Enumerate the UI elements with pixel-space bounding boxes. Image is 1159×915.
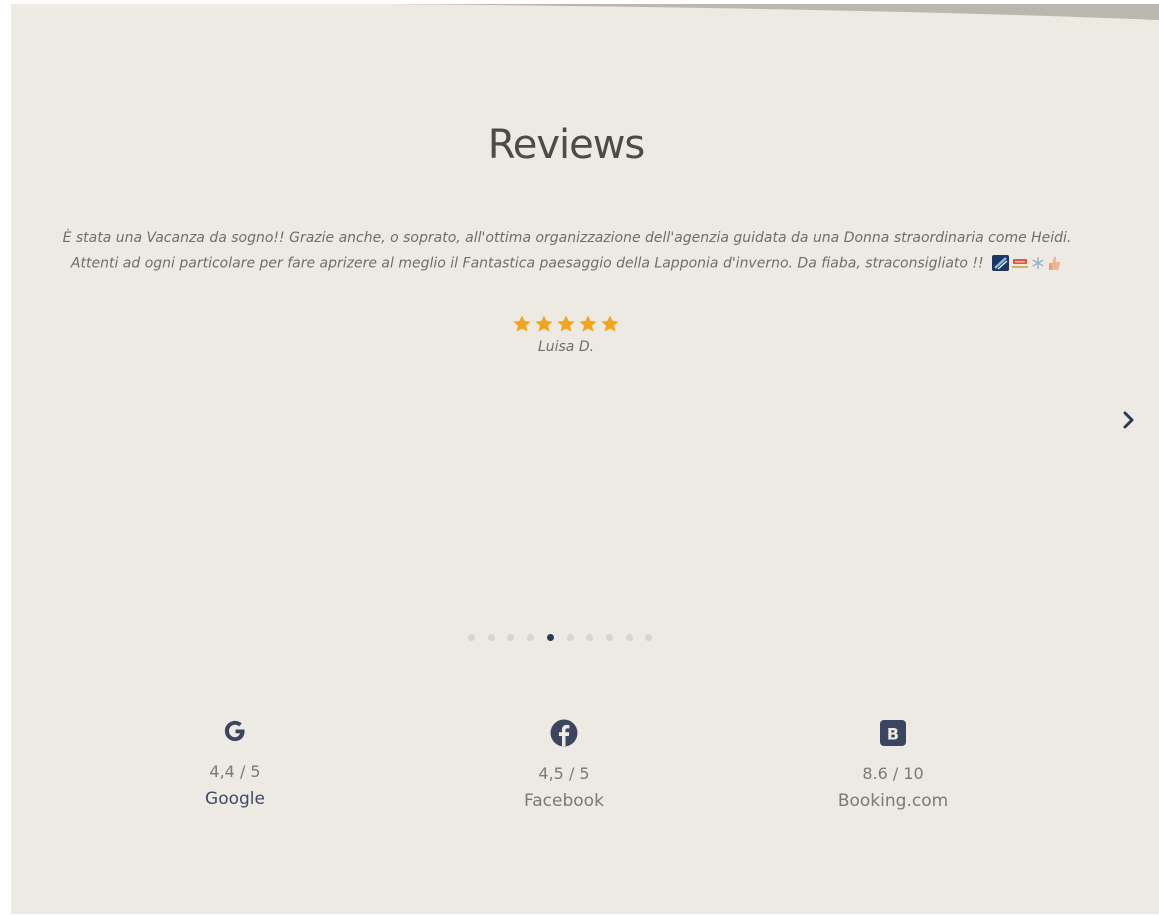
thumbs-up-icon [1049,256,1061,270]
carousel-dot[interactable] [626,634,633,641]
review-emoji-row [992,251,1063,276]
carousel-dot[interactable] [586,634,593,641]
booking-link[interactable]: Booking.com [783,791,1003,811]
facebook-link[interactable]: Facebook [454,791,674,811]
carousel-dot[interactable] [507,634,514,641]
review-body: È stata una Vacanza da sogno!! Grazie an… [62,230,1072,272]
review-author: Luisa D. [537,339,595,355]
carousel-dot[interactable] [645,634,652,641]
star-icon [557,315,575,332]
facebook-icon [550,719,578,747]
reviews-section: Reviews È stata una Vacanza da sogno!! G… [11,4,1159,914]
section-title: Reviews [487,122,646,168]
carousel-dot[interactable] [527,634,534,641]
carousel-dot-active[interactable] [547,634,554,641]
carousel-dot[interactable] [468,634,475,641]
star-icon [513,315,531,332]
platform-booking: B 8.6 / 10 Booking.com [783,718,1003,811]
star-icon [579,315,597,332]
platform-facebook: 4,5 / 5 Facebook [454,718,674,811]
snowflake-icon [1032,257,1044,269]
google-score: 4,4 / 5 [209,762,261,781]
facebook-score: 4,5 / 5 [538,764,590,783]
star-icon [601,315,619,332]
booking-score: 8.6 / 10 [862,764,924,783]
star-rating [11,314,1121,338]
star-icon [535,315,553,332]
chevron-right-icon[interactable] [1118,408,1140,432]
carousel-dot[interactable] [488,634,495,641]
carousel-dot[interactable] [606,634,613,641]
google-link[interactable]: Google [125,789,345,809]
top-wave-decoration [391,4,1159,20]
booking-icon: B [880,720,906,746]
review-text: È stata una Vacanza da sogno!! Grazie an… [47,226,1087,277]
platform-google: 4,4 / 5 Google [125,716,345,809]
sled-icon [1012,259,1029,268]
google-icon [224,720,245,742]
svg-text:B: B [887,725,899,744]
carousel-dot[interactable] [567,634,574,641]
ski-icon [992,255,1010,271]
